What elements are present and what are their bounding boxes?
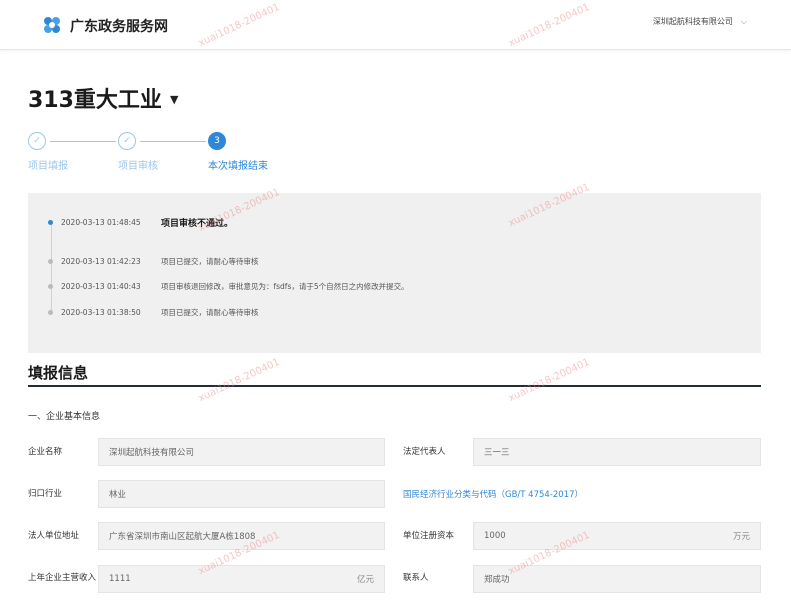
step-3-label: 本次填报结束: [208, 161, 268, 172]
site-title[interactable]: 广东政务服务网: [70, 16, 168, 36]
step-2-check-icon: ✓: [118, 132, 136, 150]
caret-down-icon: ▼: [169, 92, 179, 106]
address-value: 广东省深圳市南山区起航大厦A栋1808: [109, 532, 256, 542]
company-name: 深圳起航科技有限公司: [652, 17, 733, 26]
timeline-item: 2020-03-13 01:42:23 项目已提交，请耐心等待审核: [48, 254, 259, 268]
timeline-message: 项目审核退回修改，审批意见为：fsdfs，请于5个自然日之内修改并提交。: [161, 281, 409, 291]
timeline-message: 项目已提交，请耐心等待审核: [161, 307, 259, 317]
step-3-number: 3: [208, 132, 226, 150]
timeline-dot-icon: [48, 309, 53, 315]
timeline-dot-icon: [48, 219, 53, 225]
timeline-message: 项目已提交，请耐心等待审核: [161, 256, 259, 266]
industry-label: 归口行业: [28, 489, 63, 499]
industry-value: 林业: [109, 490, 127, 500]
capital-unit: 万元: [732, 532, 750, 542]
address-label: 法人单位地址: [28, 531, 80, 541]
timeline-item: 2020-03-13 01:40:43 项目审核退回修改，审批意见为：fsdfs…: [48, 279, 409, 293]
step-1-check-icon: ✓: [28, 132, 46, 150]
timeline-time: 2020-03-13 01:40:43: [61, 281, 141, 291]
contact-value: 郑成功: [484, 575, 510, 585]
revenue-unit: 亿元: [356, 575, 374, 585]
section-divider: [28, 385, 761, 387]
timeline-dot-icon: [48, 258, 53, 264]
timeline-time: 2020-03-13 01:48:45: [61, 217, 141, 227]
gd-logo-icon[interactable]: [42, 15, 62, 35]
subsection-title: 一、企业基本信息: [28, 412, 101, 422]
timeline-item: 2020-03-13 01:48:45 项目审核不通过。: [48, 215, 233, 229]
capital-label: 单位注册资本: [403, 531, 455, 541]
legal-rep-label: 法定代表人: [403, 447, 446, 457]
timeline-time: 2020-03-13 01:42:23: [61, 256, 141, 266]
project-selector[interactable]: 313重大工业 ▼: [28, 82, 178, 114]
contact-field[interactable]: 郑成功: [473, 565, 761, 593]
legal-rep-field[interactable]: 三一三: [473, 438, 761, 466]
step-connector: [50, 141, 116, 142]
legal-rep-value: 三一三: [484, 448, 510, 458]
section-title: 填报信息: [28, 364, 89, 382]
contact-label: 联系人: [403, 573, 429, 583]
timeline-dot-icon: [48, 283, 53, 289]
watermark: xuai1018-200401: [196, 356, 282, 405]
industry-field[interactable]: 林业: [98, 480, 385, 508]
timeline-line: [51, 223, 52, 315]
progress-steps: ✓ ✓ 3 项目填报 项目审核 本次填报结束: [28, 132, 288, 172]
timeline-time: 2020-03-13 01:38:50: [61, 307, 141, 317]
top-header: 广东政务服务网 深圳起航科技有限公司 ⌵: [0, 0, 791, 50]
company-name-field[interactable]: 深圳起航科技有限公司: [98, 438, 385, 466]
industry-classification-link[interactable]: 国民经济行业分类与代码（GB/T 4754-2017）: [403, 488, 583, 500]
timeline-item: 2020-03-13 01:38:50 项目已提交，请耐心等待审核: [48, 305, 259, 319]
revenue-label: 上年企业主营收入: [28, 573, 97, 583]
step-connector: [140, 141, 206, 142]
watermark: xuai1018-200401: [506, 356, 592, 405]
company-name-label: 企业名称: [28, 447, 63, 457]
revenue-value: 1111: [109, 574, 131, 584]
project-title: 313重大工业: [28, 88, 162, 113]
capital-value: 1000: [484, 531, 506, 541]
company-dropdown[interactable]: 深圳起航科技有限公司 ⌵: [653, 16, 747, 27]
timeline-message: 项目审核不通过。: [161, 218, 234, 229]
company-name-value: 深圳起航科技有限公司: [109, 448, 195, 458]
step-2-label: 项目审核: [118, 161, 158, 172]
revenue-field[interactable]: 1111 亿元: [98, 565, 385, 593]
capital-field[interactable]: 1000 万元: [473, 522, 761, 550]
chevron-down-icon: ⌵: [740, 16, 747, 26]
address-field[interactable]: 广东省深圳市南山区起航大厦A栋1808: [98, 522, 385, 550]
audit-timeline: 2020-03-13 01:48:45 项目审核不通过。 2020-03-13 …: [28, 193, 761, 353]
step-1-label: 项目填报: [28, 161, 68, 172]
